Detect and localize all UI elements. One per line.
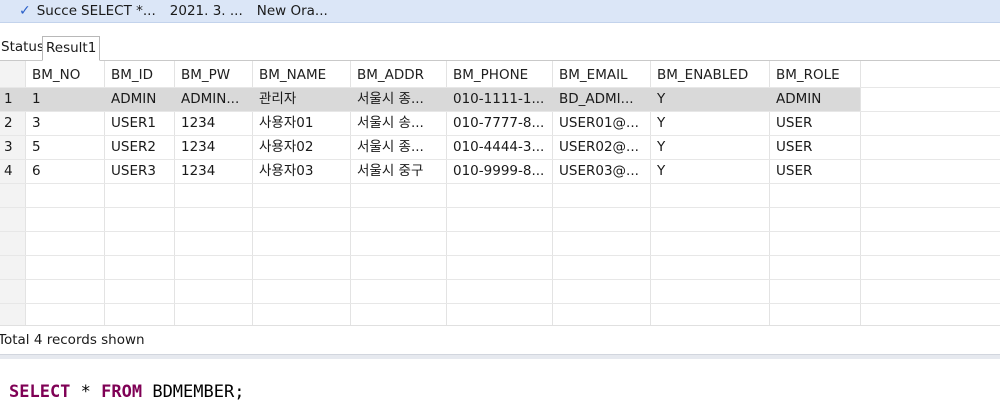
table-cell[interactable]: 관리자	[259, 88, 348, 111]
table-cell[interactable]: 사용자01	[259, 112, 348, 135]
table-cell[interactable]: 서울시 송...	[357, 112, 444, 135]
table-row[interactable]: 2 3 USER1 1234 사용자01 서울시 송... 010-7777-8... USE…	[0, 112, 1000, 135]
column-header[interactable]: BM_ADDR	[357, 63, 444, 87]
sql-editor[interactable]: SELECT * FROM BDMEMBER;	[0, 359, 1000, 405]
table-cell[interactable]: 서울시 종...	[357, 88, 444, 111]
table-cell[interactable]: 서울시 중구	[357, 160, 444, 183]
table-cell[interactable]: Y	[657, 112, 767, 135]
sql-table-name: BDMEMBER;	[142, 382, 245, 402]
table-cell[interactable]: USER	[776, 136, 858, 159]
table-cell[interactable]: 1234	[181, 160, 250, 183]
table-cell[interactable]: 010-9999-8...	[453, 160, 550, 183]
grid-column-line	[860, 61, 861, 325]
column-header[interactable]: BM_NO	[32, 63, 102, 87]
column-header[interactable]: BM_EMAIL	[559, 63, 648, 87]
grid-row-line	[0, 303, 1000, 304]
result-grid[interactable]: BM_NO BM_ID BM_PW BM_NAME BM_ADDR BM_PHONE BM_…	[0, 61, 1000, 325]
tab-status[interactable]: Status	[0, 36, 45, 59]
history-sql: SELECT *...	[81, 3, 156, 19]
sql-history-strip[interactable]: ✓ Succe SELECT *... 2021. 3. ... New Ora…	[0, 0, 1000, 23]
column-header[interactable]: BM_ID	[111, 63, 172, 87]
table-cell[interactable]: USER02@...	[559, 136, 648, 159]
table-row[interactable]: 4 6 USER3 1234 사용자03 서울시 중구 010-9999-8... USER0…	[0, 160, 1000, 183]
table-cell[interactable]: USER	[776, 112, 858, 135]
table-cell[interactable]: ADMIN...	[181, 88, 250, 111]
table-cell[interactable]: 5	[32, 136, 102, 159]
table-cell[interactable]: Y	[657, 136, 767, 159]
row-number: 1	[4, 91, 13, 107]
table-cell[interactable]: USER2	[111, 136, 172, 159]
table-cell[interactable]: Y	[657, 160, 767, 183]
grid-row-line	[0, 231, 1000, 232]
table-row[interactable]: 3 5 USER2 1234 사용자02 서울시 종... 010-4444-3... USE…	[0, 136, 1000, 159]
table-cell[interactable]: Y	[657, 88, 767, 111]
table-cell[interactable]: USER03@...	[559, 160, 648, 183]
table-cell[interactable]: 3	[32, 112, 102, 135]
column-header[interactable]: BM_PW	[181, 63, 250, 87]
history-connection: New Ora...	[256, 3, 328, 19]
row-number: 2	[4, 115, 13, 131]
history-date: 2021. 3. ...	[169, 3, 243, 19]
sql-line: SELECT * FROM BDMEMBER;	[9, 382, 244, 402]
table-cell[interactable]: 사용자02	[259, 136, 348, 159]
row-number: 4	[4, 163, 13, 179]
table-cell[interactable]: 6	[32, 160, 102, 183]
table-cell[interactable]: ADMIN	[776, 88, 858, 111]
row-number: 3	[4, 139, 13, 155]
column-header[interactable]: BM_ROLE	[776, 63, 858, 87]
sql-keyword-from: FROM	[101, 382, 143, 402]
grid-row-line	[0, 255, 1000, 256]
column-header[interactable]: BM_PHONE	[453, 63, 550, 87]
sql-star: *	[70, 382, 102, 402]
sql-keyword-select: SELECT	[9, 382, 71, 402]
grid-row-line	[0, 279, 1000, 280]
table-cell[interactable]: 1234	[181, 112, 250, 135]
table-cell[interactable]: 010-1111-1...	[453, 88, 550, 111]
divider	[0, 325, 1000, 326]
tab-result1[interactable]: Result1	[42, 36, 101, 61]
table-cell[interactable]: 010-4444-3...	[453, 136, 550, 159]
success-check-icon: ✓	[19, 3, 31, 19]
table-cell[interactable]: 1234	[181, 136, 250, 159]
table-cell[interactable]: ADMIN	[111, 88, 172, 111]
grid-row-line	[0, 207, 1000, 208]
table-cell[interactable]: 1	[32, 88, 102, 111]
table-cell[interactable]: BD_ADMI...	[559, 88, 648, 111]
table-cell[interactable]: USER3	[111, 160, 172, 183]
table-cell[interactable]: 010-7777-8...	[453, 112, 550, 135]
table-cell[interactable]: 서울시 종...	[357, 136, 444, 159]
table-cell[interactable]: USER1	[111, 112, 172, 135]
table-cell[interactable]: USER01@...	[559, 112, 648, 135]
records-count: Total 4 records shown	[0, 332, 145, 348]
grid-header-row: BM_NO BM_ID BM_PW BM_NAME BM_ADDR BM_PHONE BM_…	[0, 63, 1000, 87]
column-header[interactable]: BM_NAME	[259, 63, 348, 87]
result-tabs: Status Result1	[0, 36, 1000, 61]
table-cell[interactable]: 사용자03	[259, 160, 348, 183]
table-row[interactable]: 1 1 ADMIN ADMIN... 관리자 서울시 종... 010-1111-1... B…	[0, 88, 860, 111]
table-cell[interactable]: USER	[776, 160, 858, 183]
column-header[interactable]: BM_ENABLED	[657, 63, 767, 87]
grid-row-line	[0, 183, 1000, 184]
history-status: Succe	[36, 3, 78, 19]
